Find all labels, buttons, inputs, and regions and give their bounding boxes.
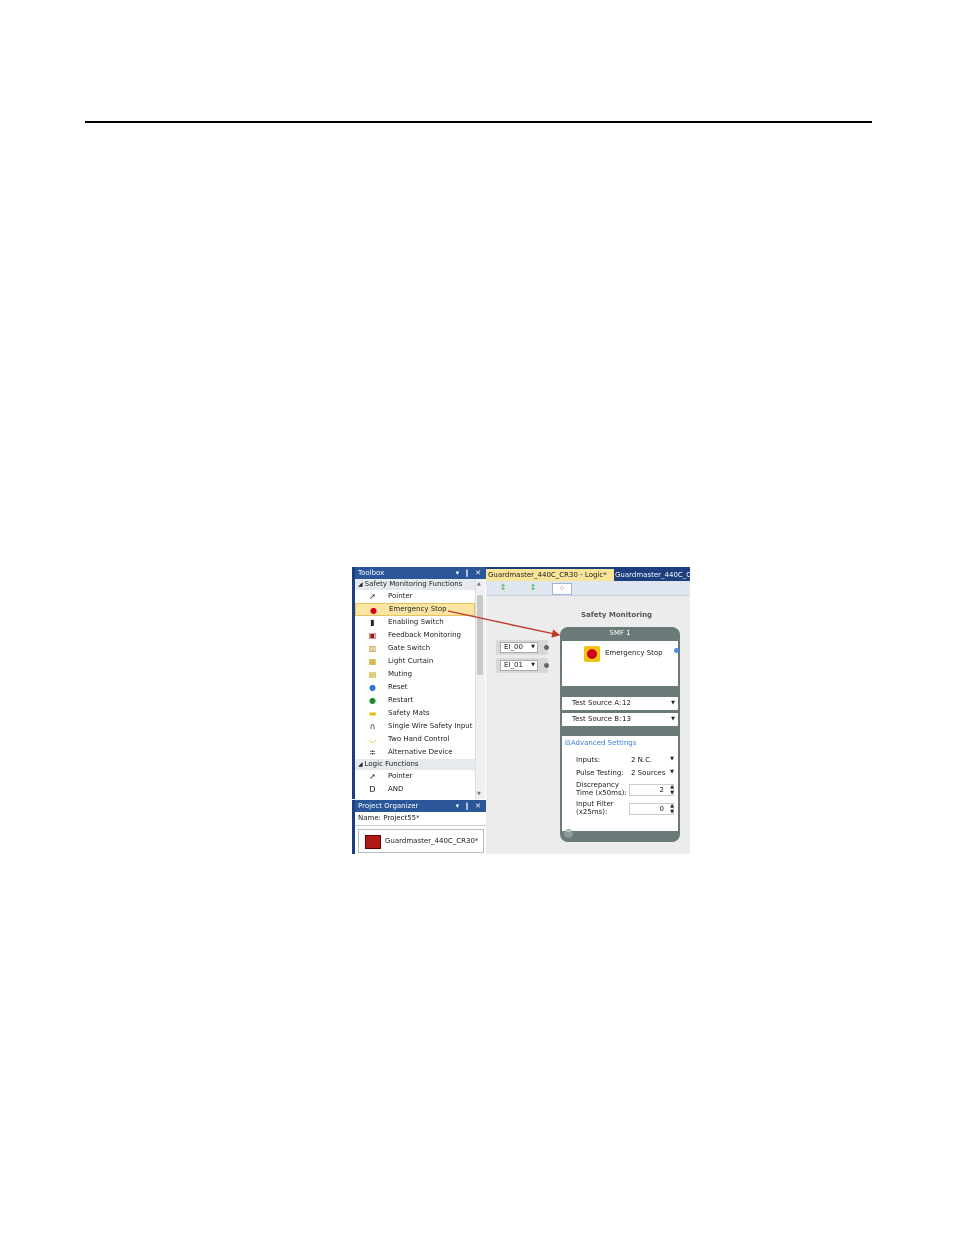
drag-arrow-line [447,610,561,638]
header-rule [85,121,872,123]
screenshot: Toolbox ▾ ‖ ✕ ◢ Safety Monitoring Functio… [352,567,690,854]
drag-arrow [447,610,561,638]
